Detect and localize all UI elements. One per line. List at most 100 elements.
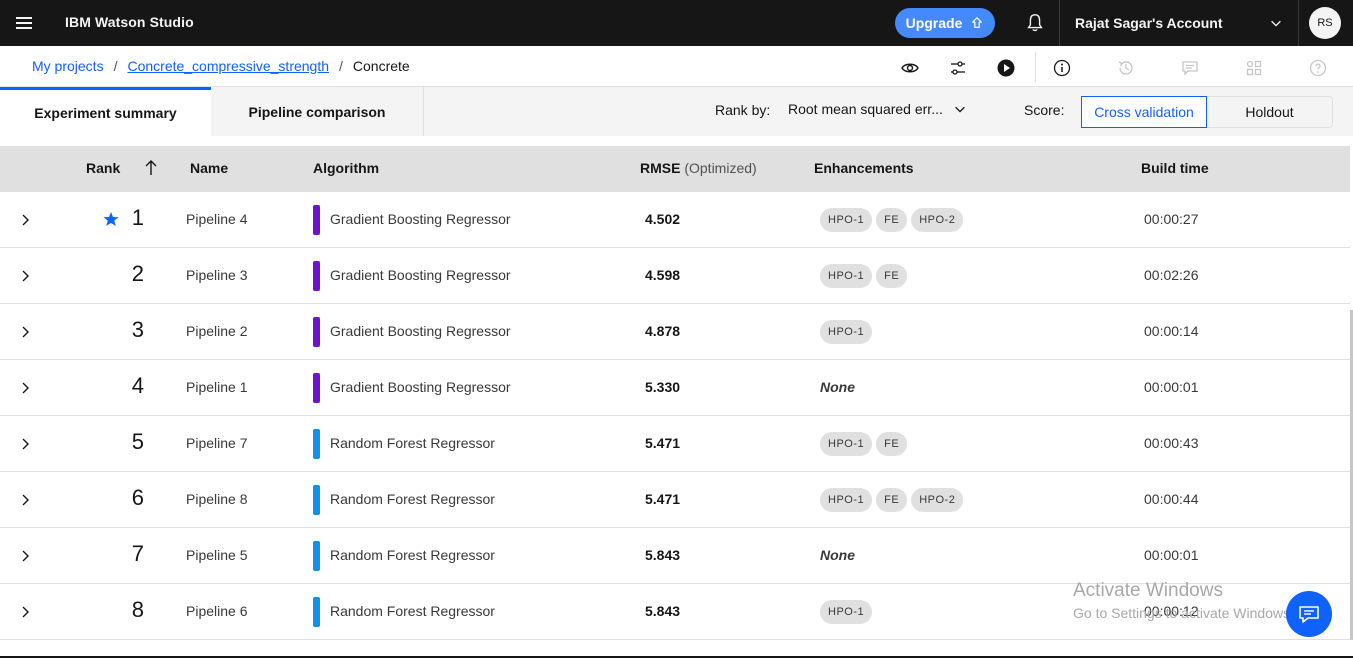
score-label: Score: bbox=[1024, 102, 1065, 118]
rank-by-dropdown[interactable]: Root mean squared err... bbox=[788, 101, 967, 117]
algorithm-name: Gradient Boosting Regressor bbox=[330, 267, 511, 283]
table-row[interactable]: 6 Pipeline 8 Random Forest Regressor 5.471 H… bbox=[0, 472, 1350, 528]
enhancement-tag: HPO-2 bbox=[911, 208, 964, 232]
table-header: Rank Name Algorithm RMSE (Optimized) Enh… bbox=[0, 146, 1350, 192]
avatar[interactable]: RS bbox=[1309, 7, 1341, 39]
chevron-down-icon[interactable] bbox=[1269, 16, 1283, 30]
product-name: IBM Watson Studio bbox=[65, 14, 194, 30]
rank-by-value: Root mean squared err... bbox=[788, 101, 943, 117]
tab-pipeline-comparison[interactable]: Pipeline comparison bbox=[211, 87, 424, 136]
tabs-row: Experiment summary Pipeline comparison R… bbox=[0, 87, 1353, 136]
enhancement-tag: HPO-1 bbox=[820, 488, 873, 512]
rmse-value: 4.598 bbox=[645, 267, 681, 283]
rmse-value: 4.502 bbox=[645, 211, 681, 227]
breadcrumb-current: Concrete bbox=[352, 58, 410, 74]
tab-experiment-summary[interactable]: Experiment summary bbox=[0, 87, 211, 136]
column-header-algorithm[interactable]: Algorithm bbox=[313, 160, 379, 176]
enhancements-none: None bbox=[820, 547, 855, 563]
table-row[interactable]: 3 Pipeline 2 Gradient Boosting Regressor 4.… bbox=[0, 304, 1350, 360]
chevron-right-icon[interactable] bbox=[18, 212, 32, 228]
divider bbox=[1298, 0, 1299, 46]
enhancement-tag: FE bbox=[876, 208, 908, 232]
run-play-icon[interactable] bbox=[996, 58, 1016, 78]
rmse-subtitle: (Optimized) bbox=[684, 160, 757, 176]
algorithm-color-bar bbox=[313, 597, 320, 627]
pipeline-name: Pipeline 6 bbox=[186, 603, 248, 619]
toolbar-divider bbox=[1035, 52, 1036, 82]
settings-sliders-icon[interactable] bbox=[948, 58, 968, 78]
view-eye-icon[interactable] bbox=[900, 58, 920, 78]
chevron-down-icon bbox=[955, 106, 965, 113]
build-time: 00:00:01 bbox=[1144, 547, 1199, 563]
table-row[interactable]: 7 Pipeline 5 Random Forest Regressor 5.843 N… bbox=[0, 528, 1350, 584]
table-row[interactable]: 1 Pipeline 4 Gradient Boosting Regressor 4.… bbox=[0, 192, 1350, 248]
comments-icon bbox=[1182, 61, 1198, 76]
account-switcher[interactable]: Rajat Sagar's Account bbox=[1075, 15, 1223, 31]
rank-number: 2 bbox=[131, 261, 144, 286]
rank-number: 7 bbox=[131, 541, 144, 566]
sort-arrow-up-icon[interactable] bbox=[144, 159, 158, 177]
hamburger-menu-icon[interactable] bbox=[12, 12, 38, 34]
rank-number: 1 bbox=[131, 205, 144, 230]
enhancement-tag: HPO-2 bbox=[911, 488, 964, 512]
chevron-right-icon[interactable] bbox=[18, 268, 32, 284]
help-icon bbox=[1309, 59, 1327, 77]
chevron-right-icon[interactable] bbox=[18, 380, 32, 396]
integrations-icon bbox=[1246, 60, 1262, 76]
column-header-enhancements[interactable]: Enhancements bbox=[814, 160, 914, 176]
rmse-value: 5.330 bbox=[645, 379, 681, 395]
enhancement-tag: FE bbox=[876, 488, 908, 512]
pipeline-name: Pipeline 1 bbox=[186, 379, 248, 395]
chevron-right-icon[interactable] bbox=[18, 492, 32, 508]
enhancement-tags: HPO-1 FE bbox=[820, 432, 908, 456]
rank-number: 5 bbox=[131, 429, 144, 454]
rank-number: 8 bbox=[131, 597, 144, 622]
algorithm-color-bar bbox=[313, 541, 320, 571]
algorithm-name: Gradient Boosting Regressor bbox=[330, 379, 511, 395]
column-header-rank[interactable]: Rank bbox=[86, 160, 120, 176]
rmse-value: 5.471 bbox=[645, 435, 681, 451]
rmse-value: 5.843 bbox=[645, 603, 681, 619]
enhancement-tag: HPO-1 bbox=[820, 320, 873, 344]
algorithm-name: Gradient Boosting Regressor bbox=[330, 211, 511, 227]
build-time: 00:00:14 bbox=[1144, 323, 1199, 339]
score-cross-validation-button[interactable]: Cross validation bbox=[1081, 96, 1207, 128]
enhancement-tags: HPO-1 FE bbox=[820, 264, 908, 288]
chevron-right-icon[interactable] bbox=[18, 548, 32, 564]
column-header-rmse[interactable]: RMSE (Optimized) bbox=[640, 160, 757, 176]
build-time: 00:00:27 bbox=[1144, 211, 1199, 227]
chat-icon bbox=[1299, 606, 1319, 623]
notification-bell-icon[interactable] bbox=[1024, 12, 1046, 34]
algorithm-name: Random Forest Regressor bbox=[330, 491, 495, 507]
algorithm-name: Random Forest Regressor bbox=[330, 603, 495, 619]
enhancements-none: None bbox=[820, 379, 855, 395]
enhancement-tag: FE bbox=[876, 432, 908, 456]
chevron-right-icon[interactable] bbox=[18, 604, 32, 620]
chat-support-button[interactable] bbox=[1286, 591, 1332, 637]
chevron-right-icon[interactable] bbox=[18, 436, 32, 452]
algorithm-name: Random Forest Regressor bbox=[330, 547, 495, 563]
score-holdout-button[interactable]: Holdout bbox=[1207, 96, 1333, 128]
information-icon[interactable] bbox=[1052, 58, 1072, 78]
table-row[interactable]: 5 Pipeline 7 Random Forest Regressor 5.471 H… bbox=[0, 416, 1350, 472]
rmse-title: RMSE bbox=[640, 160, 681, 176]
column-header-build-time[interactable]: Build time bbox=[1141, 160, 1209, 176]
column-header-name[interactable]: Name bbox=[190, 160, 228, 176]
upgrade-arrow-icon bbox=[972, 17, 983, 28]
pipeline-name: Pipeline 2 bbox=[186, 323, 248, 339]
rank-number: 4 bbox=[131, 373, 144, 398]
breadcrumb: My projects / Concrete_compressive_stren… bbox=[32, 58, 410, 74]
table-row[interactable]: 2 Pipeline 3 Gradient Boosting Regressor 4.… bbox=[0, 248, 1350, 304]
algorithm-color-bar bbox=[313, 205, 320, 235]
table-row[interactable]: 4 Pipeline 1 Gradient Boosting Regressor 5.… bbox=[0, 360, 1350, 416]
pipeline-name: Pipeline 4 bbox=[186, 211, 248, 227]
breadcrumb-my-projects[interactable]: My projects bbox=[32, 58, 104, 74]
enhancement-tag: HPO-1 bbox=[820, 208, 873, 232]
rank-number: 6 bbox=[131, 485, 144, 510]
pipeline-name: Pipeline 3 bbox=[186, 267, 248, 283]
upgrade-button[interactable]: Upgrade bbox=[895, 8, 995, 38]
build-time: 00:02:26 bbox=[1144, 267, 1199, 283]
chevron-right-icon[interactable] bbox=[18, 324, 32, 340]
breadcrumb-project[interactable]: Concrete_compressive_strength bbox=[127, 58, 329, 74]
enhancement-tag: HPO-1 bbox=[820, 432, 873, 456]
